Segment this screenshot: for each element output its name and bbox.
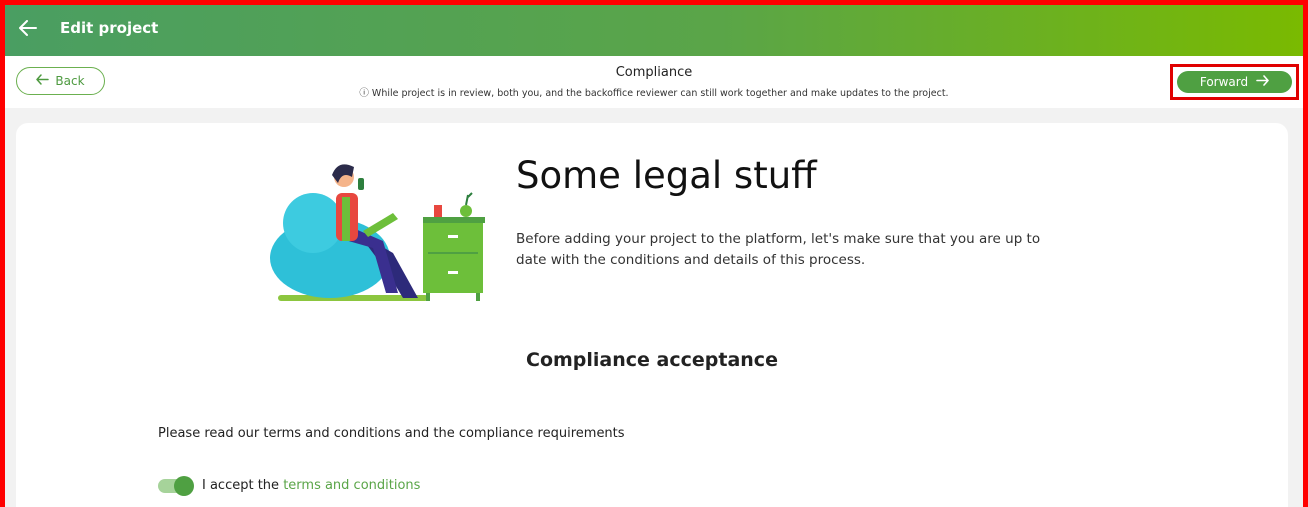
step-bar: Back Compliance ⓘ While project is in re… <box>5 56 1303 108</box>
terms-link[interactable]: terms and conditions <box>283 478 420 493</box>
accept-terms-toggle[interactable] <box>158 475 194 496</box>
page-title: Edit project <box>60 19 159 37</box>
toggle-knob <box>174 475 194 496</box>
compliance-card: Some legal stuff Before adding your proj… <box>16 123 1288 507</box>
forward-button[interactable]: Forward <box>1177 71 1292 93</box>
arrow-right-icon <box>1256 75 1269 89</box>
section-title: Compliance acceptance <box>526 349 778 371</box>
person-on-beanbag-illustration <box>268 153 490 305</box>
accept-terms-row: I accept the terms and conditions <box>158 475 420 496</box>
forward-button-label: Forward <box>1199 75 1249 89</box>
instruction-text: Please read our terms and conditions and… <box>158 426 625 441</box>
step-info: Compliance ⓘ While project is in review,… <box>5 65 1303 99</box>
hero-description: Before adding your project to the platfo… <box>516 231 1041 268</box>
arrow-left-icon[interactable] <box>18 18 38 38</box>
review-note: ⓘ While project is in review, both you, … <box>359 88 949 99</box>
app-header: Edit project <box>0 0 1308 56</box>
accept-terms-label: I accept the terms and conditions <box>202 478 420 493</box>
hero-title: Some legal stuff <box>516 154 817 197</box>
step-heading: Compliance <box>615 65 693 80</box>
accept-prefix: I accept the <box>202 478 284 493</box>
forward-highlight: Forward <box>1170 64 1299 100</box>
